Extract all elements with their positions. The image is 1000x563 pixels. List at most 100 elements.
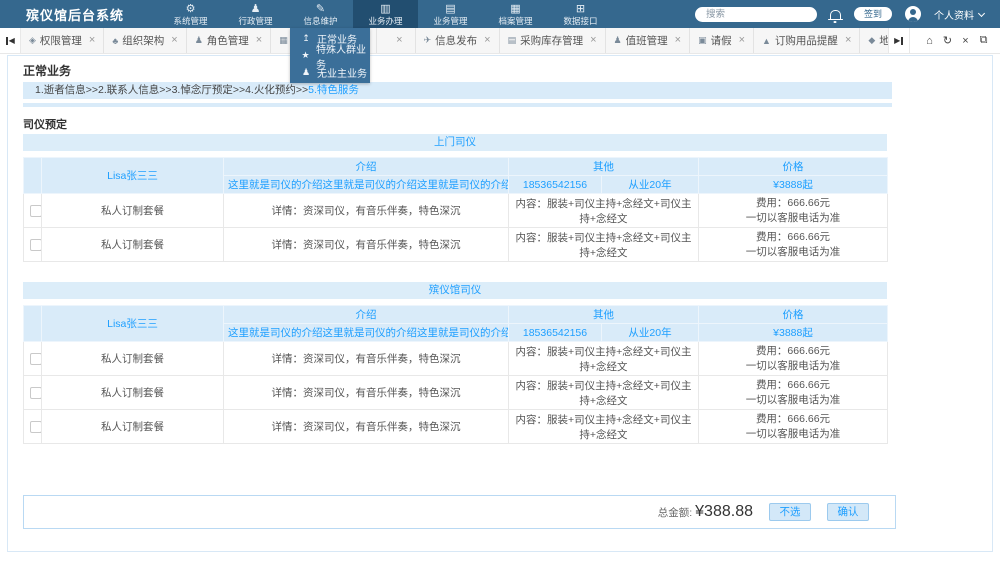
detail-cell: 详情：资深司仪，有音乐伴奏，特色深沉 xyxy=(224,342,509,376)
top-menu-item-业务办理[interactable]: ▥ 业务办理 xyxy=(353,0,418,28)
detail-cell: 详情：资深司仪，有音乐伴奏，特色深沉 xyxy=(224,228,509,262)
tab-角色管理[interactable]: ♟ 角色管理 × xyxy=(187,28,272,53)
fee-amount: 费用：666.66元 xyxy=(705,230,881,245)
tab-label: 信息发布 xyxy=(435,33,477,48)
local-service-icon: ◆ xyxy=(868,35,875,46)
top-menu-item-行政管理[interactable]: ♟ 行政管理 xyxy=(223,0,288,28)
package-cell: 私人订制套餐 xyxy=(42,342,224,376)
other-header: 其他 xyxy=(509,306,699,324)
top-menu-item-数据接口[interactable]: ⊞ 数据接口 xyxy=(548,0,613,28)
fee-note: 一切以客服电话为准 xyxy=(705,359,881,374)
service-row: 私人订制套餐 详情：资深司仪，有音乐伴奏，特色深沉 内容：服装+司仪主持+念经文… xyxy=(24,376,888,410)
row-checkbox[interactable] xyxy=(30,387,42,399)
row-checkbox[interactable] xyxy=(30,239,42,251)
content-cell: 内容：服装+司仪主持+念经文+司仪主持+念经文 xyxy=(509,228,699,262)
steps-divider xyxy=(23,103,892,107)
profile-menu[interactable]: 个人资料 xyxy=(934,7,984,22)
avatar[interactable] xyxy=(905,6,921,22)
service-row: 私人订制套餐 详情：资深司仪，有音乐伴奏，特色深沉 内容：服装+司仪主持+念经文… xyxy=(24,410,888,444)
skip-button[interactable]: 不选 xyxy=(769,503,811,521)
checkbox-cell xyxy=(24,410,42,444)
fullscreen-icon[interactable]: ⧉ xyxy=(977,34,990,47)
top-menu-item-业务管理[interactable]: ▤ 业务管理 xyxy=(418,0,483,28)
admin-people-icon: ♟ xyxy=(251,3,261,15)
no-owner-icon: ♟ xyxy=(301,67,311,78)
experience-subheader: 从业20年 xyxy=(602,176,699,194)
step-4: 4.火化预约 xyxy=(245,84,296,96)
tab-信息发布[interactable]: ✈ 信息发布 × xyxy=(416,28,500,53)
signin-button[interactable]: 签到 xyxy=(854,7,892,21)
tab-label: 采购库存管理 xyxy=(520,33,583,48)
tab-close-icon[interactable]: × xyxy=(171,35,177,46)
tab-请假[interactable]: ▣ 请假 × xyxy=(690,28,754,53)
refresh-icon[interactable]: ↻ xyxy=(941,34,954,47)
service-row: 私人订制套餐 详情：资深司仪，有音乐伴奏，特色深沉 内容：服装+司仪主持+念经文… xyxy=(24,228,888,262)
tab-close-icon[interactable]: × xyxy=(396,35,402,46)
intro-subheader: 这里就是司仪的介绍这里就是司仪的介绍这里就是司仪的介绍 xyxy=(224,176,509,194)
home-icon[interactable]: ⌂ xyxy=(923,35,936,47)
tab-close-icon[interactable]: × xyxy=(845,35,851,46)
header-right: 签到 个人资料 xyxy=(695,6,1000,22)
service-table: Lisa张三三 介绍 其他 价格 这里就是司仪的介绍这里就是司仪的介绍这里就是司… xyxy=(23,305,888,444)
tabs-strip: ◈ 权限管理 × ♣ 组织架构 × ♟ 角色管理 × ▦ 任务调度管理 × × … xyxy=(21,28,888,53)
top-menu-item-系统管理[interactable]: ⚙ 系统管理 xyxy=(158,0,223,28)
presenter-header: Lisa张三三 xyxy=(42,306,224,342)
menu-item-label: 数据接口 xyxy=(563,17,597,26)
inventory-icon: ▤ xyxy=(508,35,517,46)
tab-权限管理[interactable]: ◈ 权限管理 × xyxy=(21,28,104,53)
service-tables-wrap: 上门司仪 Lisa张三三 介绍 其他 价格 这里就是司仪的介绍这里就是司仪的介绍… xyxy=(8,134,992,444)
profile-label: 个人资料 xyxy=(934,7,974,22)
menu-item-label: 信息维护 xyxy=(303,17,337,26)
search-box xyxy=(695,7,817,22)
tab-组织架构[interactable]: ♣ 组织架构 × xyxy=(104,28,186,53)
tab-close-icon[interactable]: × xyxy=(484,35,490,46)
notification-bell-icon[interactable] xyxy=(830,10,841,19)
package-cell: 私人订制套餐 xyxy=(42,228,224,262)
tab-label: 订购用品提醒 xyxy=(775,33,838,48)
tabs-scroll-right-button[interactable]: ▶ xyxy=(888,28,909,53)
close-all-icon[interactable]: × xyxy=(959,35,972,47)
menu-item-label: 业务管理 xyxy=(433,17,467,26)
scroll-right-arrow-icon: ▶ xyxy=(894,37,900,45)
tab-订购用品提醒[interactable]: ▲ 订购用品提醒 × xyxy=(754,28,860,53)
tab-label: 权限管理 xyxy=(40,33,82,48)
row-checkbox[interactable] xyxy=(30,353,42,365)
intro-header: 介绍 xyxy=(224,158,509,176)
fee-cell: 费用：666.66元 一切以客服电话为准 xyxy=(699,194,888,228)
tab-close-icon[interactable]: × xyxy=(590,35,596,46)
detail-cell: 详情：资深司仪，有音乐伴奏，特色深沉 xyxy=(224,410,509,444)
dropdown-item-特殊人群业务[interactable]: ★ 特殊人群业务 xyxy=(290,47,370,64)
other-header: 其他 xyxy=(509,158,699,176)
tab-close-icon[interactable]: × xyxy=(89,35,95,46)
scroll-right-bar-icon xyxy=(901,37,903,45)
search-input[interactable] xyxy=(704,8,808,21)
tab-hidden[interactable]: × xyxy=(377,28,415,53)
phone-subheader: 18536542156 xyxy=(509,324,602,342)
tab-地方特色服务[interactable]: ◆ 地方特色服务 × xyxy=(860,28,888,53)
tab-close-icon[interactable]: × xyxy=(256,35,262,46)
top-menu-item-档案管理[interactable]: ▦ 档案管理 xyxy=(483,0,548,28)
dropdown-item-无业主业务[interactable]: ♟ 无业主业务 xyxy=(290,64,370,81)
tab-采购库存管理[interactable]: ▤ 采购库存管理 × xyxy=(500,28,606,53)
confirm-button[interactable]: 确认 xyxy=(827,503,869,521)
service-section: 殡仪馆司仪 Lisa张三三 介绍 其他 价格 这里就是司仪的介绍这里就是司仪的介… xyxy=(8,282,992,444)
tab-bar: ◀ ◈ 权限管理 × ♣ 组织架构 × ♟ 角色管理 × ▦ 任务调度管理 × … xyxy=(0,28,1000,54)
scroll-left-bar-icon xyxy=(6,37,8,45)
summary-bar: 总金额: ¥388.88 不选 确认 xyxy=(23,495,896,529)
row-checkbox[interactable] xyxy=(30,205,42,217)
top-menu-item-信息维护[interactable]: ✎ 信息维护 xyxy=(288,0,353,28)
special-group-icon: ★ xyxy=(301,50,310,61)
tab-值班管理[interactable]: ♟ 值班管理 × xyxy=(606,28,691,53)
content-cell: 内容：服装+司仪主持+念经文+司仪主持+念经文 xyxy=(509,410,699,444)
tab-close-icon[interactable]: × xyxy=(675,35,681,46)
tab-close-icon[interactable]: × xyxy=(739,35,745,46)
org-tree-icon: ♣ xyxy=(112,36,118,46)
app-header: 殡仪馆后台系统 ⚙ 系统管理 ♟ 行政管理 ✎ 信息维护 ▥ 业务办理 ▤ 业务… xyxy=(0,0,1000,28)
row-checkbox[interactable] xyxy=(30,421,42,433)
tabs-scroll-left-button[interactable]: ◀ xyxy=(0,28,21,53)
content-cell: 内容：服装+司仪主持+念经文+司仪主持+念经文 xyxy=(509,342,699,376)
service-section: 上门司仪 Lisa张三三 介绍 其他 价格 这里就是司仪的介绍这里就是司仪的介绍… xyxy=(8,134,992,262)
tab-label: 地方特色服务 xyxy=(879,33,888,48)
tab-label: 组织架构 xyxy=(122,33,164,48)
dropdown-item-label: 无业主业务 xyxy=(317,65,367,80)
